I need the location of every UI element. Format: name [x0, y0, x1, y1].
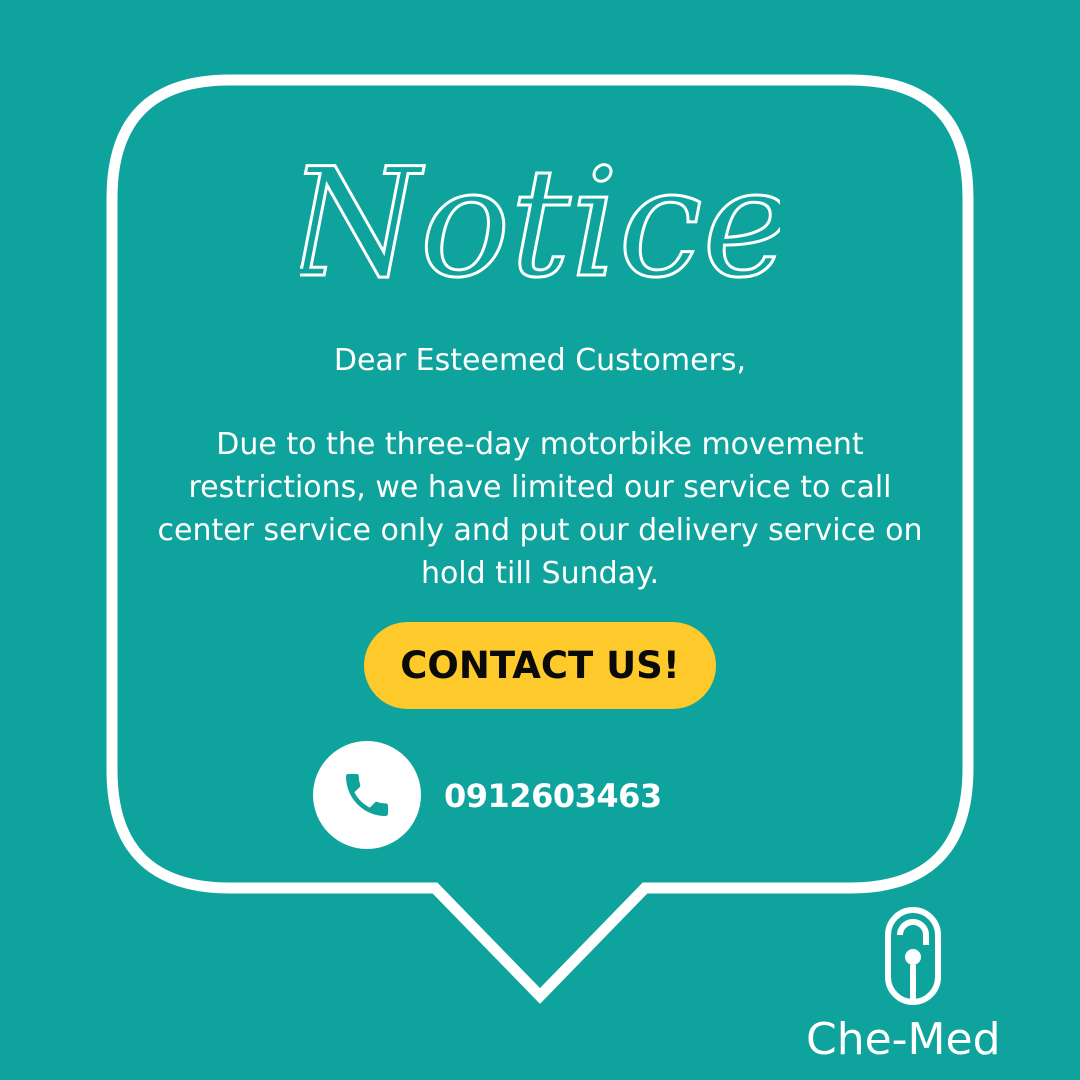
notice-body: Due to the three-day motorbike movement … — [120, 423, 960, 595]
body-line: Due to the three-day motorbike movement — [216, 427, 864, 462]
body-line: restrictions, we have limited our servic… — [188, 470, 892, 505]
notice-title-script: Notice — [300, 136, 780, 313]
notice-title-text: Notice — [300, 137, 780, 311]
body-line: center service only and put our delivery… — [157, 513, 923, 548]
phone-call-button[interactable] — [313, 741, 421, 849]
phone-icon — [346, 774, 388, 816]
che-med-logo-icon — [885, 907, 941, 1005]
greeting-text: Dear Esteemed Customers, — [333, 343, 747, 378]
body-line: hold till Sunday. — [420, 556, 660, 591]
phone-number[interactable]: 0912603463 — [444, 776, 662, 816]
notice-poster: Notice Dear Esteemed Customers, Due to t… — [0, 0, 1080, 1080]
brand-name: Che-Med — [806, 1014, 1001, 1065]
contact-us-button[interactable]: CONTACT US! — [364, 622, 716, 709]
